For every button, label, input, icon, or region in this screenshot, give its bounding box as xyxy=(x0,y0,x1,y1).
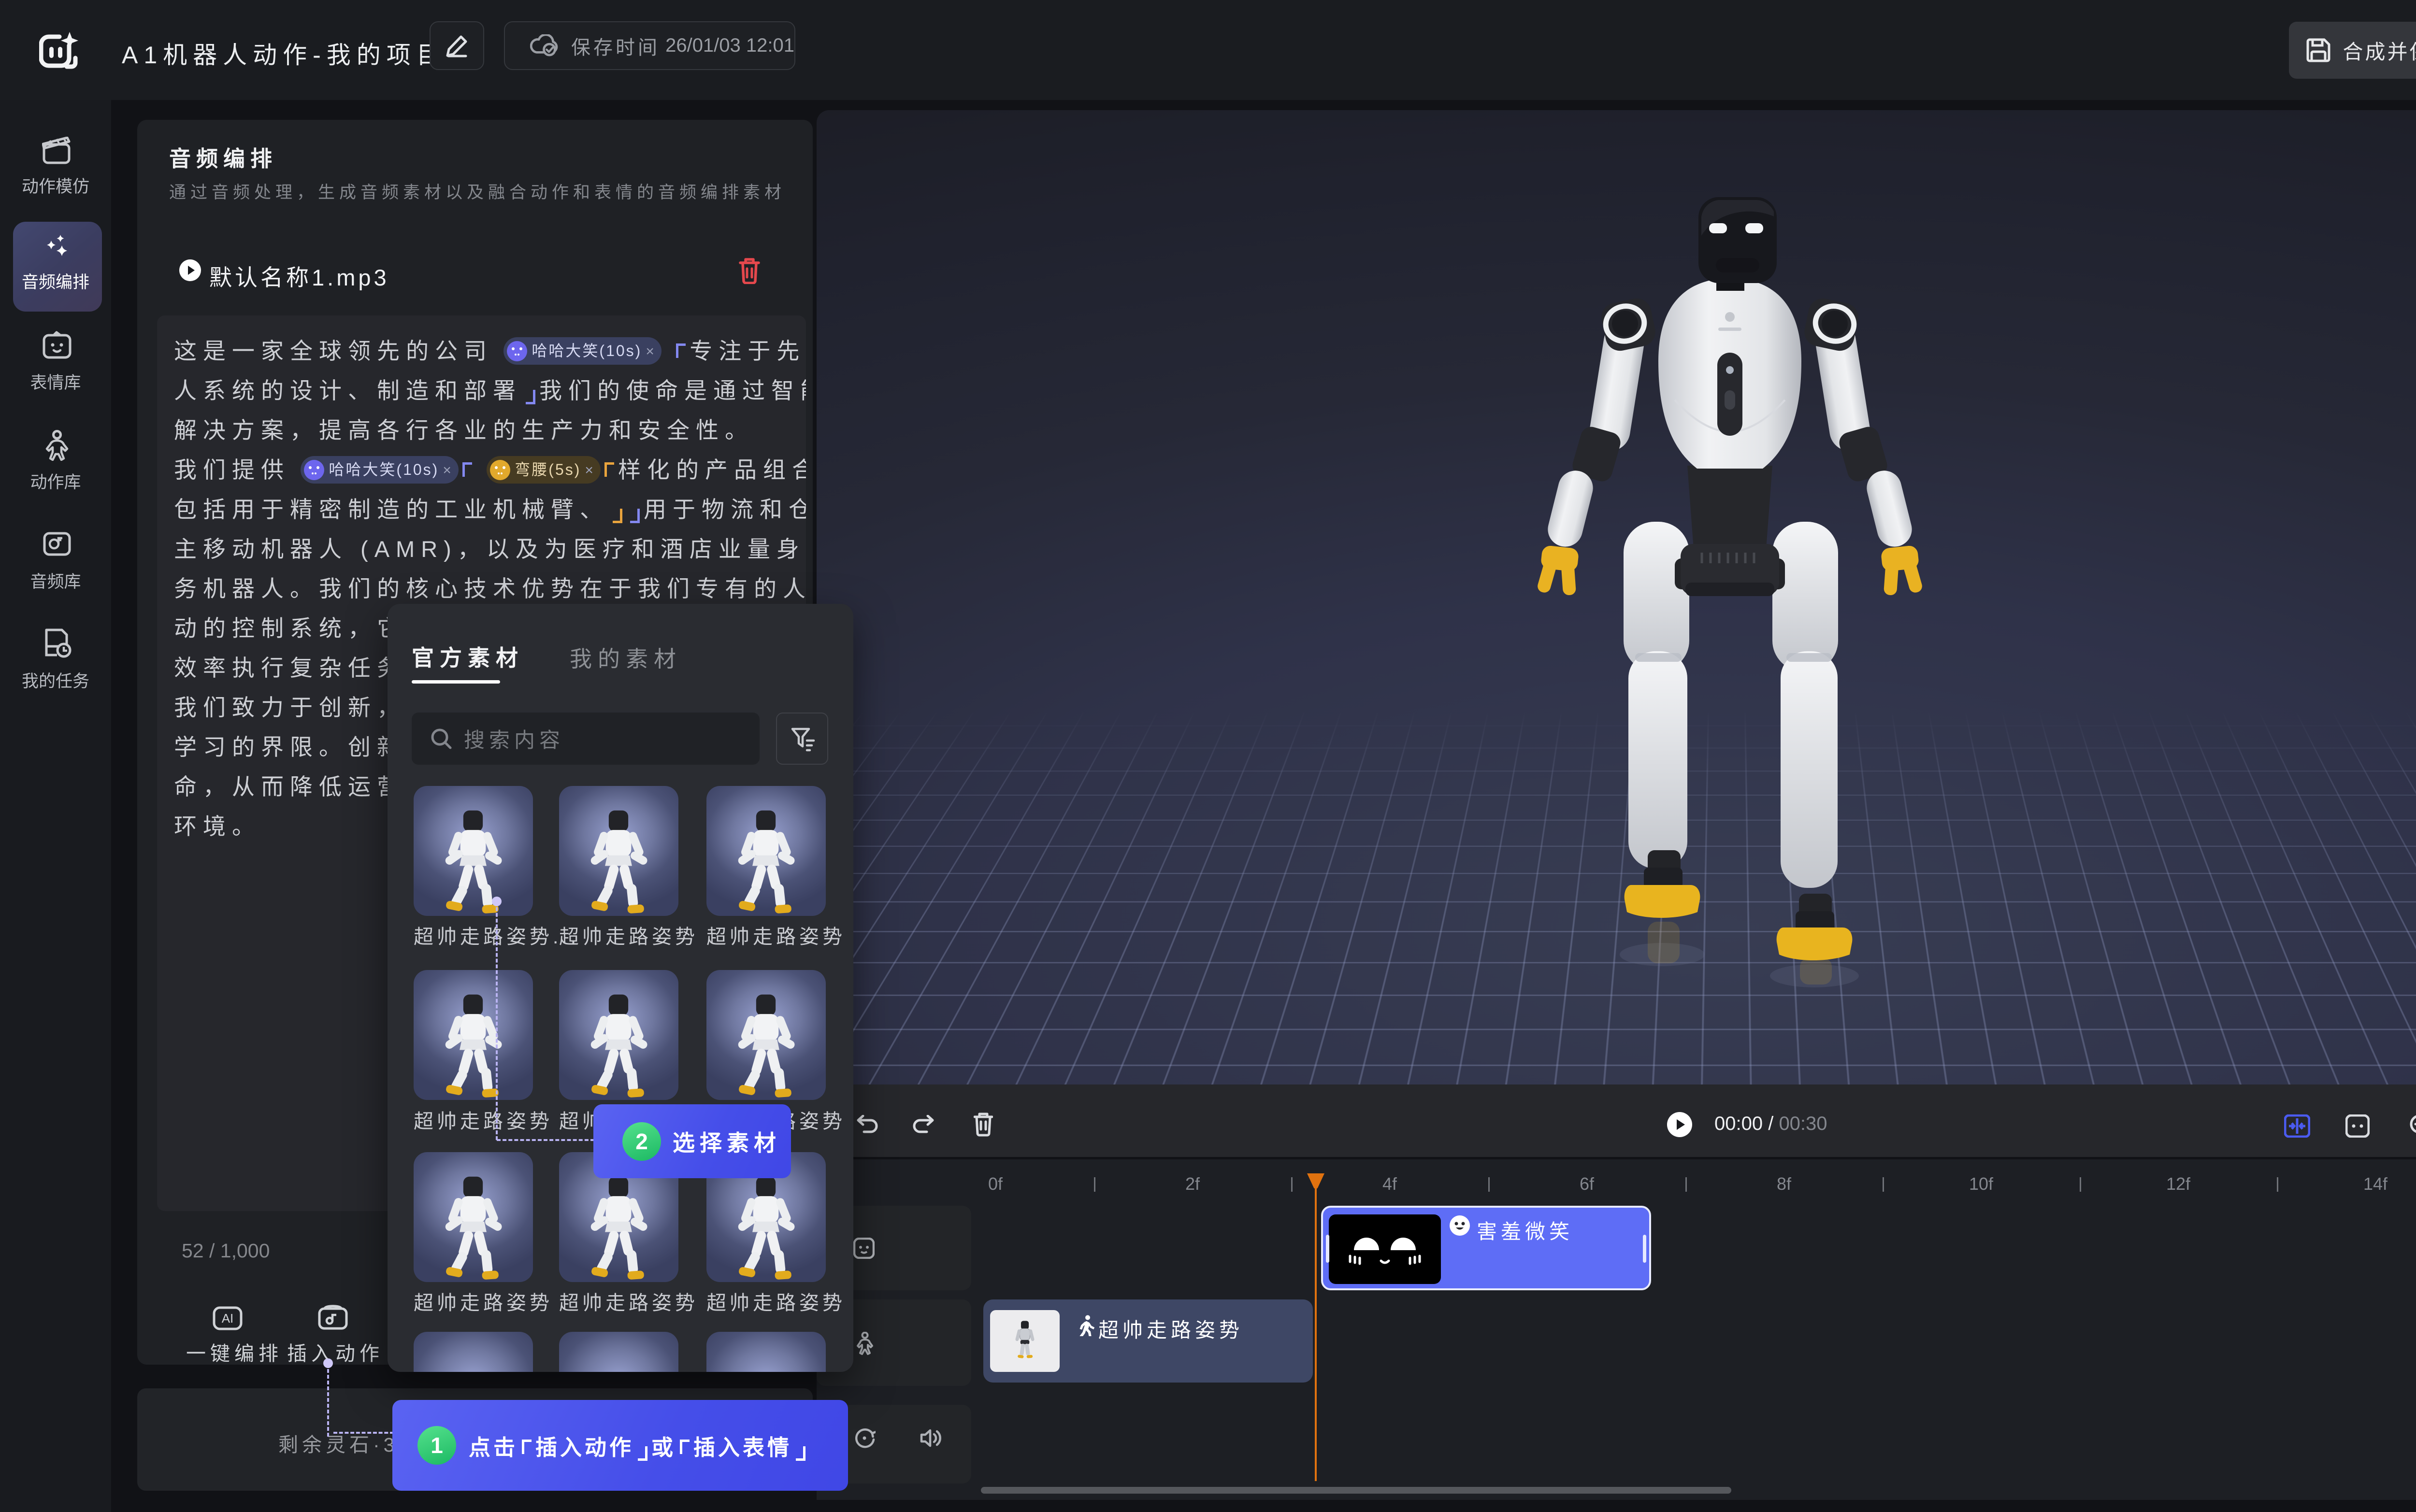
svg-text:AI: AI xyxy=(222,1311,234,1326)
